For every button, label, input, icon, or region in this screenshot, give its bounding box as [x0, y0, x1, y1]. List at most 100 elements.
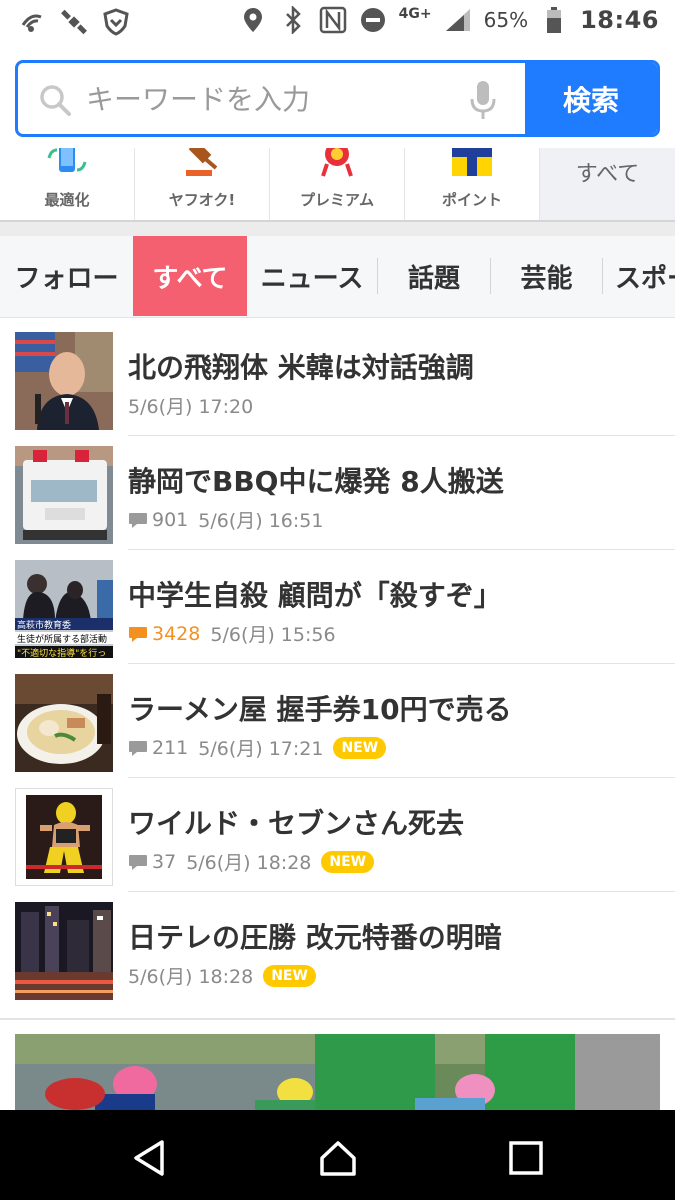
status-right-icons: 4G+ 65% 18:46	[239, 6, 659, 34]
new-badge: NEW	[333, 736, 387, 759]
news-title: 静岡でBBQ中に爆発 8人搬送	[128, 465, 504, 498]
quick-menu-label: ヤフオク!	[168, 191, 236, 209]
search-icon	[40, 85, 71, 116]
comment-icon	[129, 854, 147, 870]
news-title: 日テレの圧勝 改元特番の明暗	[128, 921, 502, 954]
news-item[interactable]: ワイルド・セブンさん死去 37 5/6(月) 18:28 NEW	[0, 778, 675, 892]
tab-topics[interactable]: 話題	[378, 236, 490, 316]
news-item[interactable]: 日テレの圧勝 改元特番の明暗 5/6(月) 18:28 NEW	[0, 892, 675, 1006]
recent-apps-icon[interactable]	[506, 1138, 546, 1178]
tab-follow[interactable]: フォロー	[0, 236, 133, 316]
signal-icon	[444, 6, 472, 34]
news-item[interactable]: 静岡でBBQ中に爆発 8人搬送 901 5/6(月) 16:51	[0, 436, 675, 550]
satellite-icon	[60, 8, 88, 36]
comment-count-value: 3428	[152, 622, 201, 645]
battery-percent: 65%	[483, 8, 529, 32]
news-thumbnail	[15, 332, 113, 430]
news-date: 5/6(月) 18:28	[186, 852, 312, 874]
nfc-icon	[319, 6, 347, 34]
comment-count-value: 211	[152, 736, 189, 759]
news-item[interactable]: ラーメン屋 握手券10円で売る 211 5/6(月) 17:21 NEW	[0, 664, 675, 778]
news-date: 5/6(月) 18:28	[128, 966, 254, 988]
quick-menu: 最適化 ヤフオク! プレミアム ポイント すべて	[0, 148, 675, 222]
quick-menu-label: 最適化	[44, 191, 90, 209]
new-badge: NEW	[321, 850, 375, 873]
news-meta: 5/6(月) 18:28 NEW	[128, 962, 316, 989]
tab-news[interactable]: ニュース	[247, 236, 377, 316]
comment-icon	[129, 512, 147, 528]
news-date: 5/6(月) 17:21	[198, 738, 324, 760]
news-item[interactable]: 高萩市教育委 生徒が所属する部活動 "不適切な指導"を行っ 中学生自殺 顧問が「…	[0, 550, 675, 664]
quick-menu-label: ポイント	[441, 191, 502, 209]
quick-menu-all[interactable]: すべて	[540, 148, 675, 220]
news-date: 5/6(月) 15:56	[210, 624, 336, 646]
auction-hammer-icon	[186, 148, 218, 176]
back-icon[interactable]	[130, 1138, 170, 1178]
news-meta: 37 5/6(月) 18:28 NEW	[128, 848, 375, 875]
bluetooth-icon	[279, 6, 307, 34]
shield-icon	[102, 8, 130, 36]
category-tabs: フォロー すべて ニュース 話題 芸能 スポー	[0, 236, 675, 318]
quick-menu-optimize[interactable]: 最適化	[0, 148, 135, 220]
status-left-icons	[18, 8, 130, 36]
tpoint-icon	[452, 148, 492, 176]
banner-image[interactable]	[15, 1034, 660, 1114]
news-meta: 5/6(月) 17:20	[128, 392, 253, 419]
comment-count[interactable]: 3428	[128, 623, 200, 645]
comment-count[interactable]: 37	[128, 851, 176, 873]
news-date: 5/6(月) 17:20	[128, 396, 254, 418]
microphone-icon[interactable]	[468, 79, 498, 121]
search-input[interactable]	[86, 77, 466, 121]
news-meta: 901 5/6(月) 16:51	[128, 506, 323, 533]
comment-count[interactable]: 211	[128, 737, 188, 759]
thumbnail-caption-1: 高萩市教育委	[17, 619, 71, 631]
news-title: 北の飛翔体 米韓は対話強調	[128, 351, 474, 384]
phone-refresh-icon	[47, 148, 87, 172]
comment-icon	[129, 626, 147, 642]
search-field[interactable]	[18, 63, 528, 134]
search-button[interactable]: 検索	[525, 63, 657, 134]
battery-icon	[540, 6, 568, 34]
news-meta: 211 5/6(月) 17:21 NEW	[128, 734, 387, 761]
tab-all[interactable]: すべて	[133, 236, 247, 316]
thumbnail-caption-2: 生徒が所属する部活動	[17, 633, 107, 645]
comment-count[interactable]: 901	[128, 509, 188, 531]
news-item[interactable]: 北の飛翔体 米韓は対話強調 5/6(月) 17:20	[0, 322, 675, 436]
home-icon[interactable]	[318, 1138, 358, 1178]
news-thumbnail	[15, 446, 113, 544]
news-thumbnail	[15, 674, 113, 772]
news-list: 北の飛翔体 米韓は対話強調 5/6(月) 17:20 静岡でBBQ中に爆発 8人…	[0, 322, 675, 1006]
divider	[0, 1018, 675, 1020]
tab-entertainment[interactable]: 芸能	[491, 236, 602, 316]
comment-count-value: 901	[152, 508, 189, 531]
system-nav-bar	[0, 1110, 675, 1200]
network-type: 4G+	[398, 6, 432, 22]
wifi-calling-icon	[18, 8, 46, 36]
quick-menu-label: プレミアム	[300, 191, 374, 209]
news-thumbnail	[15, 902, 113, 1000]
news-thumbnail	[15, 788, 113, 886]
news-meta: 3428 5/6(月) 15:56	[128, 620, 336, 647]
comment-icon	[129, 740, 147, 756]
news-title: 中学生自殺 顧問が「殺すぞ」	[128, 579, 502, 612]
new-badge: NEW	[263, 964, 316, 987]
location-icon	[239, 6, 267, 34]
comment-count-value: 37	[152, 850, 177, 873]
clock: 18:46	[580, 6, 659, 34]
status-bar: 4G+ 65% 18:46	[0, 0, 675, 46]
quick-menu-auction[interactable]: ヤフオク!	[135, 148, 270, 220]
news-thumbnail: 高萩市教育委 生徒が所属する部活動 "不適切な指導"を行っ	[15, 560, 113, 658]
quick-menu-premium[interactable]: プレミアム	[270, 148, 405, 220]
quick-menu-all-label: すべて	[575, 162, 640, 187]
quick-menu-point[interactable]: ポイント	[405, 148, 540, 220]
news-title: ワイルド・セブンさん死去	[128, 807, 465, 840]
ribbon-icon	[321, 148, 353, 177]
tab-sports[interactable]: スポー	[603, 236, 675, 316]
news-title: ラーメン屋 握手券10円で売る	[128, 693, 512, 726]
news-date: 5/6(月) 16:51	[198, 510, 324, 532]
section-gap	[0, 222, 675, 236]
screen: 4G+ 65% 18:46 検索 最適化 ヤフオク!	[0, 0, 675, 1200]
thumbnail-caption-3: "不適切な指導"を行っ	[17, 647, 106, 658]
search-bar: 検索	[15, 60, 660, 137]
do-not-disturb-icon	[359, 6, 387, 34]
